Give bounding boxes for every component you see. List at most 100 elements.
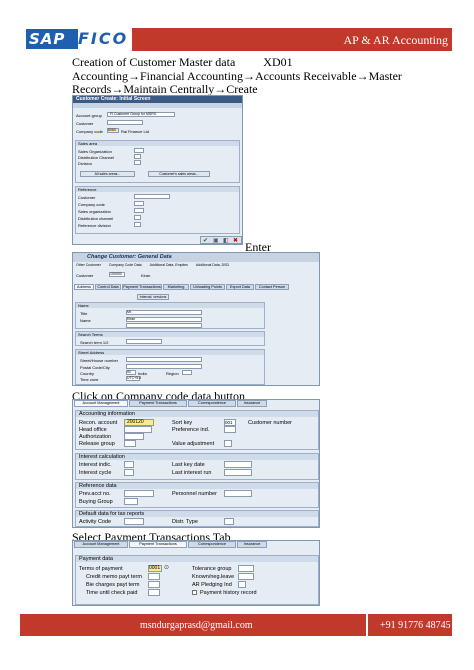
name-input-2[interactable] <box>126 323 202 328</box>
interest-calc-heading: Interest calculation <box>79 454 125 460</box>
enter-icon[interactable]: ✔ <box>203 237 208 244</box>
company-name: Rai Finance Ltd <box>121 129 150 134</box>
sort-key-input[interactable]: 001 <box>224 419 236 426</box>
tab-unloading-points[interactable]: Unloading Points <box>190 284 225 290</box>
customers-sales-areas-button[interactable]: Customer's sales areas... <box>148 171 210 177</box>
terms-of-payment-input[interactable]: 0001 <box>148 565 162 572</box>
ref-company-input[interactable] <box>134 201 144 206</box>
help-icon[interactable]: ◧ <box>223 237 229 244</box>
last-key-date-label: Last key date <box>172 462 205 468</box>
payment-data-heading: Payment data <box>79 556 113 562</box>
customer-number-label: Customer number <box>248 420 293 426</box>
value-adjustment-input[interactable] <box>224 440 232 447</box>
tab-insurance[interactable]: Insurance <box>237 400 267 407</box>
account-group-label: Account group <box>76 113 102 118</box>
distr-type-input[interactable] <box>224 518 234 525</box>
tab-payment-transactions[interactable]: Payment Transactions <box>129 541 187 548</box>
additional-data-empties-button[interactable]: Additional Data, Empties <box>150 262 188 269</box>
sales-org-input[interactable] <box>134 148 144 153</box>
tab-correspondence[interactable]: Correspondence <box>188 400 236 407</box>
time-until-label: Time until check paid <box>86 590 138 596</box>
name-input[interactable]: Kiran <box>126 317 202 322</box>
time-until-input[interactable] <box>148 589 160 596</box>
prev-acct-input[interactable] <box>124 490 154 497</box>
country-input[interactable]: IN <box>126 370 136 375</box>
release-group-input[interactable] <box>124 440 136 447</box>
header-title: AP & AR Accounting <box>343 33 448 47</box>
sales-area-heading: Sales area <box>78 141 98 146</box>
cancel-icon[interactable]: ✖ <box>233 237 238 244</box>
head-office-label: Head office <box>79 427 107 433</box>
internal-versions-button[interactable]: Internal. versions <box>137 294 169 300</box>
window-title: Customer Create: Initial Screen <box>73 96 242 103</box>
dist-channel-input[interactable] <box>134 154 141 159</box>
value-adjustment-label: Value adjustment <box>172 441 215 447</box>
authorization-input[interactable] <box>124 433 144 440</box>
tab-marketing[interactable]: Marketing <box>163 284 189 290</box>
activity-code-input[interactable] <box>124 518 144 525</box>
reference-data-heading: Reference data <box>79 483 117 489</box>
company-code-data-button[interactable]: Company Code Data <box>109 262 142 269</box>
lookup-icon[interactable]: ⊙ <box>164 564 169 571</box>
distr-type-label: Distr. Type <box>172 519 198 525</box>
payment-history-label: Payment history record <box>200 590 257 596</box>
ref-customer-input[interactable] <box>134 194 170 199</box>
street-address-heading: Street Address <box>78 350 105 355</box>
preference-ind-label: Preference ind. <box>172 427 210 433</box>
last-key-date-input[interactable] <box>224 461 252 468</box>
timezone-input[interactable]: UTC+5:3 <box>126 376 141 381</box>
tab-account-management[interactable]: Account Management <box>74 541 128 548</box>
buying-group-input[interactable] <box>124 498 138 505</box>
save-icon[interactable]: ▣ <box>213 237 219 244</box>
bie-charges-input[interactable] <box>148 581 160 588</box>
ref-dist-input[interactable] <box>134 215 141 220</box>
tab-correspondence[interactable]: Correspondence <box>188 541 236 548</box>
ref-div-input[interactable] <box>134 222 141 227</box>
interest-indic-input[interactable] <box>124 461 134 468</box>
tab-payment-transactions[interactable]: Payment Transactions <box>129 400 187 407</box>
reference-data-group: Reference data Prev.acct no. Personnel n… <box>75 482 319 508</box>
tab-control-data[interactable]: Control Data <box>95 284 121 290</box>
logo-sap: SAP <box>26 29 78 49</box>
account-group-input[interactable]: FI Customer Group for MSRS <box>107 112 175 117</box>
recon-input[interactable]: 200120 <box>124 419 154 426</box>
personnel-number-input[interactable] <box>224 490 252 497</box>
interest-calc-group: Interest calculation Interest indic. Las… <box>75 453 319 480</box>
payment-history-checkbox[interactable] <box>192 590 197 595</box>
all-sales-areas-button[interactable]: All sales areas... <box>80 171 135 177</box>
additional-data-dsd-button[interactable]: Additional Data, DSD <box>196 262 229 269</box>
head-office-input[interactable] <box>124 426 152 433</box>
preference-ind-input[interactable] <box>224 426 236 433</box>
region-input[interactable] <box>182 370 192 375</box>
transaction-code: XD01 <box>263 55 293 69</box>
known-leave-input[interactable] <box>238 573 254 580</box>
interest-cycle-input[interactable] <box>124 469 134 476</box>
postal-input[interactable] <box>126 364 202 369</box>
footer-email: msndurgaprasd@gmail.com <box>140 620 253 631</box>
postal-label: Postal Code/City <box>80 365 110 370</box>
section-title-text: Creation of Customer Master data <box>72 55 236 69</box>
last-interest-run-input[interactable] <box>224 469 252 476</box>
company-code-input[interactable]: 6060 <box>107 128 119 133</box>
customer-input[interactable] <box>107 120 143 125</box>
search-term-input[interactable] <box>126 339 162 344</box>
other-customer-button[interactable]: Other Customer <box>76 262 101 269</box>
credit-memo-input[interactable] <box>148 573 160 580</box>
search-term-label: Search term 1/2 <box>80 340 109 345</box>
tab-export-data[interactable]: Export Data <box>226 284 254 290</box>
tab-account-management[interactable]: Account Management <box>74 400 128 407</box>
street-input[interactable] <box>126 357 202 362</box>
footer-divider <box>366 614 368 636</box>
region-label: Region <box>166 371 179 376</box>
tab-contact-person[interactable]: Contact Person <box>255 284 289 290</box>
tab-payment-transactions[interactable]: Payment Transactions <box>122 284 162 290</box>
ref-sales-org-input[interactable] <box>134 208 144 213</box>
tab-insurance[interactable]: Insurance <box>237 541 267 548</box>
footer-phone: +91 91776 48745 <box>380 620 451 631</box>
tolerance-group-input[interactable] <box>238 565 254 572</box>
division-input[interactable] <box>134 160 141 165</box>
ar-pledging-input[interactable] <box>238 581 246 588</box>
bie-charges-label: Bie charges payt term <box>86 582 140 588</box>
tab-address[interactable]: Address <box>74 284 94 290</box>
title-select[interactable]: Mr. <box>126 310 202 315</box>
